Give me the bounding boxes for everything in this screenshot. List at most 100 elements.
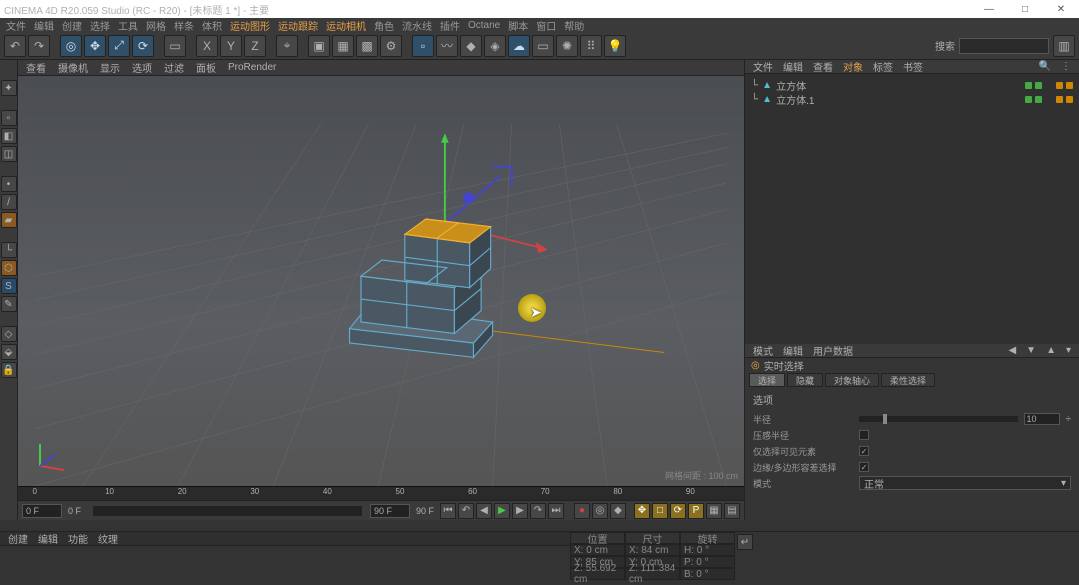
- am-subtab-soft[interactable]: 柔性选择: [881, 373, 935, 387]
- range-start-input[interactable]: [22, 504, 62, 518]
- prev-frame-button[interactable]: ◀: [476, 503, 492, 519]
- visible-checkbox[interactable]: ✓: [859, 446, 869, 456]
- keyframe-sel-button[interactable]: ◆: [610, 503, 626, 519]
- spline-button[interactable]: 〰: [436, 35, 458, 57]
- misc-button[interactable]: 💡: [604, 35, 626, 57]
- prev-key-button[interactable]: ↶: [458, 503, 474, 519]
- next-frame-button[interactable]: ▶: [512, 503, 528, 519]
- deformer-button[interactable]: ◈: [484, 35, 506, 57]
- point-mode-button[interactable]: •: [1, 176, 17, 192]
- menu-file[interactable]: 文件: [6, 18, 26, 33]
- goto-end-button[interactable]: ⏭: [548, 503, 564, 519]
- range-end-input[interactable]: [370, 504, 410, 518]
- menu-help[interactable]: 帮助: [564, 18, 584, 33]
- rotate-button[interactable]: ⟳: [132, 35, 154, 57]
- autokey-button[interactable]: ◎: [592, 503, 608, 519]
- coord-pz[interactable]: Z: 55.692 cm: [570, 568, 625, 580]
- om-tab-file[interactable]: 文件: [753, 59, 773, 74]
- edge-mode-button[interactable]: /: [1, 194, 17, 210]
- main-menu[interactable]: 文件 编辑 创建 选择 工具 网格 样条 体积 运动图形 运动跟踪 运动相机 角…: [0, 18, 1079, 32]
- menu-motrack[interactable]: 运动跟踪: [278, 18, 318, 33]
- scale-button[interactable]: ⤢: [108, 35, 130, 57]
- om-tab-edit[interactable]: 编辑: [783, 59, 803, 74]
- next-key-button[interactable]: ↷: [530, 503, 546, 519]
- menu-select[interactable]: 选择: [90, 18, 110, 33]
- menu-edit[interactable]: 编辑: [34, 18, 54, 33]
- snap-button[interactable]: ◇: [1, 326, 17, 342]
- param-key-button[interactable]: P: [688, 503, 704, 519]
- redo-button[interactable]: ↷: [28, 35, 50, 57]
- attribute-manager-tabs[interactable]: 模式 编辑 用户数据 ◀ ▼ ▲ ▾: [745, 344, 1079, 358]
- am-tab-edit[interactable]: 编辑: [783, 343, 803, 358]
- object-manager-list[interactable]: └▲ 立方体 └▲ 立方体.1: [745, 74, 1079, 344]
- render-pv-button[interactable]: ▩: [356, 35, 378, 57]
- radius-slider[interactable]: [859, 416, 1018, 422]
- uvpoint-mode-button[interactable]: S: [1, 278, 17, 294]
- rot-key-button[interactable]: ⟳: [670, 503, 686, 519]
- menu-volume[interactable]: 体积: [202, 18, 222, 33]
- menu-pipe[interactable]: 流水线: [402, 18, 432, 33]
- coord-sz[interactable]: Z: 111.384 cm: [625, 568, 680, 580]
- status-tab-func[interactable]: 功能: [68, 531, 88, 546]
- om-tab-object[interactable]: 对象: [843, 59, 863, 74]
- om-tab-bookmark[interactable]: 书签: [903, 59, 923, 74]
- coord-sys-button[interactable]: ⌖: [276, 35, 298, 57]
- polygon-mode-button[interactable]: ▰: [1, 212, 17, 228]
- menu-create[interactable]: 创建: [62, 18, 82, 33]
- menu-octane[interactable]: Octane: [468, 20, 500, 31]
- coord-px[interactable]: X: 0 cm: [570, 544, 625, 556]
- live-select-button[interactable]: ◎: [60, 35, 82, 57]
- menu-mesh[interactable]: 网格: [146, 18, 166, 33]
- move-button[interactable]: ✥: [84, 35, 106, 57]
- light-button[interactable]: ✺: [556, 35, 578, 57]
- am-subtabs[interactable]: 选择 隐藏 对象轴心 柔性选择: [745, 372, 1079, 388]
- menu-spline[interactable]: 样条: [174, 18, 194, 33]
- coord-rh[interactable]: H: 0 °: [680, 544, 735, 556]
- object-manager-tabs[interactable]: 文件 编辑 查看 对象 标签 书签 🔍 ⋮: [745, 60, 1079, 74]
- status-tabs[interactable]: 创建 编辑 功能 纹理: [0, 532, 570, 546]
- coord-sx[interactable]: X: 84 cm: [625, 544, 680, 556]
- pressure-checkbox[interactable]: [859, 430, 869, 440]
- menu-script[interactable]: 脚本: [508, 18, 528, 33]
- vp-options[interactable]: 选项: [132, 60, 152, 75]
- axis-y-button[interactable]: Y: [220, 35, 242, 57]
- viewport-3d[interactable]: ➤ 网格间距 : 100 cm: [18, 76, 744, 486]
- vp-display[interactable]: 显示: [100, 60, 120, 75]
- vp-prorender[interactable]: ProRender: [228, 62, 276, 73]
- window-max-button[interactable]: □: [1011, 4, 1039, 15]
- cube-primitive-button[interactable]: ▫: [412, 35, 434, 57]
- texture-mode-button[interactable]: ◧: [1, 128, 17, 144]
- menu-char[interactable]: 角色: [374, 18, 394, 33]
- am-subtab-hide[interactable]: 隐藏: [787, 373, 823, 387]
- am-nav-up-icon[interactable]: ▲: [1046, 345, 1056, 356]
- coord-rp[interactable]: P: 0 °: [680, 556, 735, 568]
- scale-key-button[interactable]: □: [652, 503, 668, 519]
- radius-stepper[interactable]: ÷: [1066, 414, 1072, 425]
- render-region-button[interactable]: ▦: [332, 35, 354, 57]
- vp-camera[interactable]: 摄像机: [58, 60, 88, 75]
- status-tab-edit[interactable]: 编辑: [38, 531, 58, 546]
- timeline-ruler[interactable]: 0 10 20 30 40 50 60 70 80 90: [18, 486, 744, 500]
- take-button[interactable]: ▤: [724, 503, 740, 519]
- status-tab-create[interactable]: 创建: [8, 531, 28, 546]
- window-min-button[interactable]: —: [975, 4, 1003, 15]
- menu-window[interactable]: 窗口: [536, 18, 556, 33]
- am-subtab-select[interactable]: 选择: [749, 373, 785, 387]
- menu-plugin[interactable]: 插件: [440, 18, 460, 33]
- axis-mode-button[interactable]: └: [1, 242, 17, 258]
- om-filter-icon[interactable]: ⋮: [1061, 61, 1071, 72]
- status-tab-tex[interactable]: 纹理: [98, 531, 118, 546]
- om-item-cube[interactable]: └▲ 立方体: [751, 78, 1073, 92]
- om-tab-tag[interactable]: 标签: [873, 59, 893, 74]
- snap-settings-button[interactable]: ⬙: [1, 344, 17, 360]
- generator-button[interactable]: ◆: [460, 35, 482, 57]
- workplane-mode-button[interactable]: ◫: [1, 146, 17, 162]
- axis-z-button[interactable]: Z: [244, 35, 266, 57]
- recent-tool-button[interactable]: ▭: [164, 35, 186, 57]
- search-input[interactable]: [959, 38, 1049, 54]
- render-settings-button[interactable]: ⚙: [380, 35, 402, 57]
- am-funnel-icon[interactable]: ▾: [1066, 345, 1071, 356]
- menu-mograph[interactable]: 运动图形: [230, 18, 270, 33]
- vp-view[interactable]: 查看: [26, 60, 46, 75]
- om-search-icon[interactable]: 🔍: [1039, 61, 1051, 72]
